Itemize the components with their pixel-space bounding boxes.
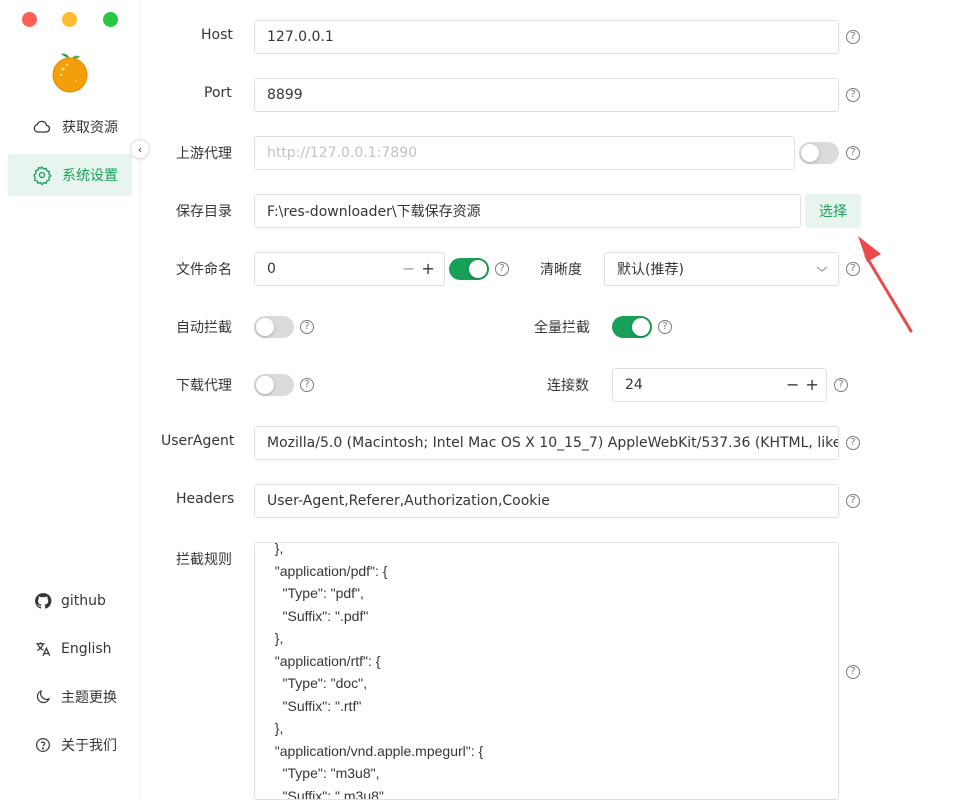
- user-agent-help-icon[interactable]: ?: [846, 436, 860, 450]
- user-agent-label: UserAgent: [161, 433, 235, 449]
- github-link[interactable]: github: [8, 583, 132, 619]
- upstream-proxy-help-icon[interactable]: ?: [846, 146, 860, 160]
- download-proxy-label: 下载代理: [176, 378, 232, 394]
- connections-stepper-controls: − +: [786, 375, 819, 394]
- save-dir-input[interactable]: F:\res-downloader\下载保存资源: [254, 194, 801, 228]
- sidebar-collapse-button[interactable]: ‹: [130, 139, 150, 159]
- auto-intercept-help-icon[interactable]: ?: [300, 320, 314, 334]
- sidebar: 获取资源 系统设置 github English 主题更换 关于我们: [0, 0, 141, 800]
- app-window: 获取资源 系统设置 github English 主题更换 关于我们 ‹ Hos…: [0, 0, 960, 800]
- file-naming-value: 0: [267, 261, 276, 277]
- file-naming-stepper-controls: − +: [402, 259, 435, 278]
- host-input[interactable]: 127.0.0.1: [254, 20, 839, 54]
- file-naming-label: 文件命名: [176, 262, 232, 278]
- app-logo-icon: [52, 53, 88, 93]
- close-window-button[interactable]: [22, 12, 37, 27]
- headers-help-icon[interactable]: ?: [846, 494, 860, 508]
- toggle-knob: [256, 376, 274, 394]
- auto-intercept-toggle[interactable]: [254, 316, 294, 338]
- connections-label: 连接数: [547, 378, 589, 394]
- plus-icon[interactable]: +: [805, 375, 818, 394]
- toggle-knob: [801, 144, 819, 162]
- headers-input[interactable]: User-Agent,Referer,Authorization,Cookie: [254, 484, 839, 518]
- language-label: English: [61, 641, 112, 657]
- chevron-left-icon: ‹: [137, 142, 143, 156]
- upstream-proxy-input[interactable]: http://127.0.0.1:7890: [254, 136, 795, 170]
- full-intercept-label: 全量拦截: [534, 320, 590, 336]
- intercept-rules-label: 拦截规则: [176, 552, 232, 568]
- download-proxy-help-icon[interactable]: ?: [300, 378, 314, 392]
- nav-system-settings[interactable]: 系统设置: [8, 154, 132, 196]
- connections-help-icon[interactable]: ?: [834, 378, 848, 392]
- language-switch[interactable]: English: [8, 631, 132, 667]
- intercept-rules-textarea[interactable]: }, "application/pdf": { "Type": "pdf", "…: [254, 542, 839, 800]
- choose-dir-button[interactable]: 选择: [805, 194, 861, 228]
- user-agent-input[interactable]: Mozilla/5.0 (Macintosh; Intel Mac OS X 1…: [254, 426, 839, 460]
- translate-icon: [36, 642, 51, 657]
- file-naming-help-icon[interactable]: ?: [495, 262, 509, 276]
- file-naming-toggle[interactable]: [449, 258, 489, 280]
- port-help-icon[interactable]: ?: [846, 88, 860, 102]
- intercept-rules-help-icon[interactable]: ?: [846, 665, 860, 679]
- cloud-icon: [33, 120, 51, 133]
- settings-icon: [33, 166, 52, 185]
- github-icon: [35, 593, 52, 609]
- port-label: Port: [204, 85, 232, 101]
- about-us-label: 关于我们: [61, 738, 117, 754]
- moon-icon: [36, 689, 51, 704]
- quality-label: 清晰度: [540, 262, 582, 278]
- full-intercept-help-icon[interactable]: ?: [658, 320, 672, 334]
- minus-icon[interactable]: −: [402, 259, 415, 278]
- upstream-proxy-toggle[interactable]: [799, 142, 839, 164]
- help-circle-icon: [36, 738, 50, 752]
- about-us-link[interactable]: 关于我们: [8, 727, 132, 763]
- port-input[interactable]: 8899: [254, 78, 839, 112]
- nav-system-settings-label: 系统设置: [62, 168, 118, 184]
- toggle-knob: [632, 318, 650, 336]
- annotation-arrow-icon: [858, 236, 913, 333]
- minus-icon[interactable]: −: [786, 375, 799, 394]
- host-help-icon[interactable]: ?: [846, 30, 860, 44]
- quality-select[interactable]: 默认(推荐): [604, 252, 839, 286]
- github-label: github: [61, 593, 106, 609]
- host-label: Host: [201, 27, 233, 43]
- nav-fetch-resources-label: 获取资源: [62, 120, 118, 136]
- connections-value: 24: [625, 377, 643, 393]
- maximize-window-button[interactable]: [103, 12, 118, 27]
- headers-label: Headers: [176, 491, 235, 507]
- toggle-knob: [256, 318, 274, 336]
- toggle-knob: [469, 260, 487, 278]
- full-intercept-toggle[interactable]: [612, 316, 652, 338]
- nav-fetch-resources[interactable]: 获取资源: [8, 106, 132, 148]
- chevron-down-icon: [816, 266, 828, 272]
- auto-intercept-label: 自动拦截: [176, 320, 232, 336]
- minimize-window-button[interactable]: [62, 12, 77, 27]
- save-dir-label: 保存目录: [176, 204, 232, 220]
- download-proxy-toggle[interactable]: [254, 374, 294, 396]
- intercept-rules-text: }, "application/pdf": { "Type": "pdf", "…: [274, 542, 484, 800]
- upstream-proxy-label: 上游代理: [176, 146, 232, 162]
- theme-switch[interactable]: 主题更换: [8, 679, 132, 715]
- plus-icon[interactable]: +: [421, 259, 434, 278]
- theme-label: 主题更换: [61, 690, 117, 706]
